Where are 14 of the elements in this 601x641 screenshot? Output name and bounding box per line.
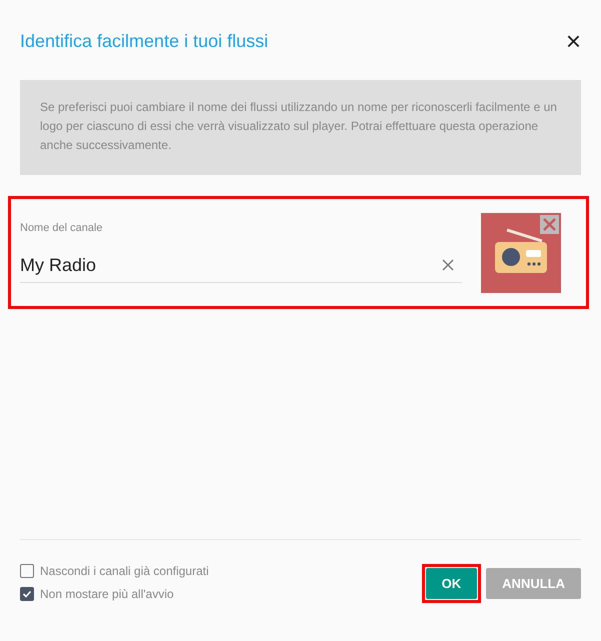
check-icon	[22, 589, 32, 599]
clear-icon[interactable]	[442, 259, 454, 271]
info-text: Se preferisci puoi cambiare il nome dei flussi utilizzando un nome per riconoscerli facilmente e un logo per ciascuno di essi che verrà visualizzato sul player. Potrai effettuare questa operazione anche successivamente.	[20, 80, 581, 175]
checkbox-label: Non mostare più all'avvio	[40, 587, 174, 601]
close-button[interactable]: ×	[566, 31, 581, 51]
channel-name-field[interactable]: My Radio	[20, 254, 442, 276]
checkbox[interactable]	[20, 564, 34, 578]
checkbox[interactable]	[20, 587, 34, 601]
ok-button[interactable]: OK	[426, 568, 478, 599]
radio-logo-icon	[481, 213, 561, 293]
remove-logo-icon[interactable]	[540, 215, 559, 234]
dialog-title: Identifica facilmente i tuoi flussi	[20, 30, 268, 52]
checkbox-label: Nascondi i canali già configurati	[40, 564, 209, 578]
field-label: Nome del canale	[20, 222, 104, 234]
